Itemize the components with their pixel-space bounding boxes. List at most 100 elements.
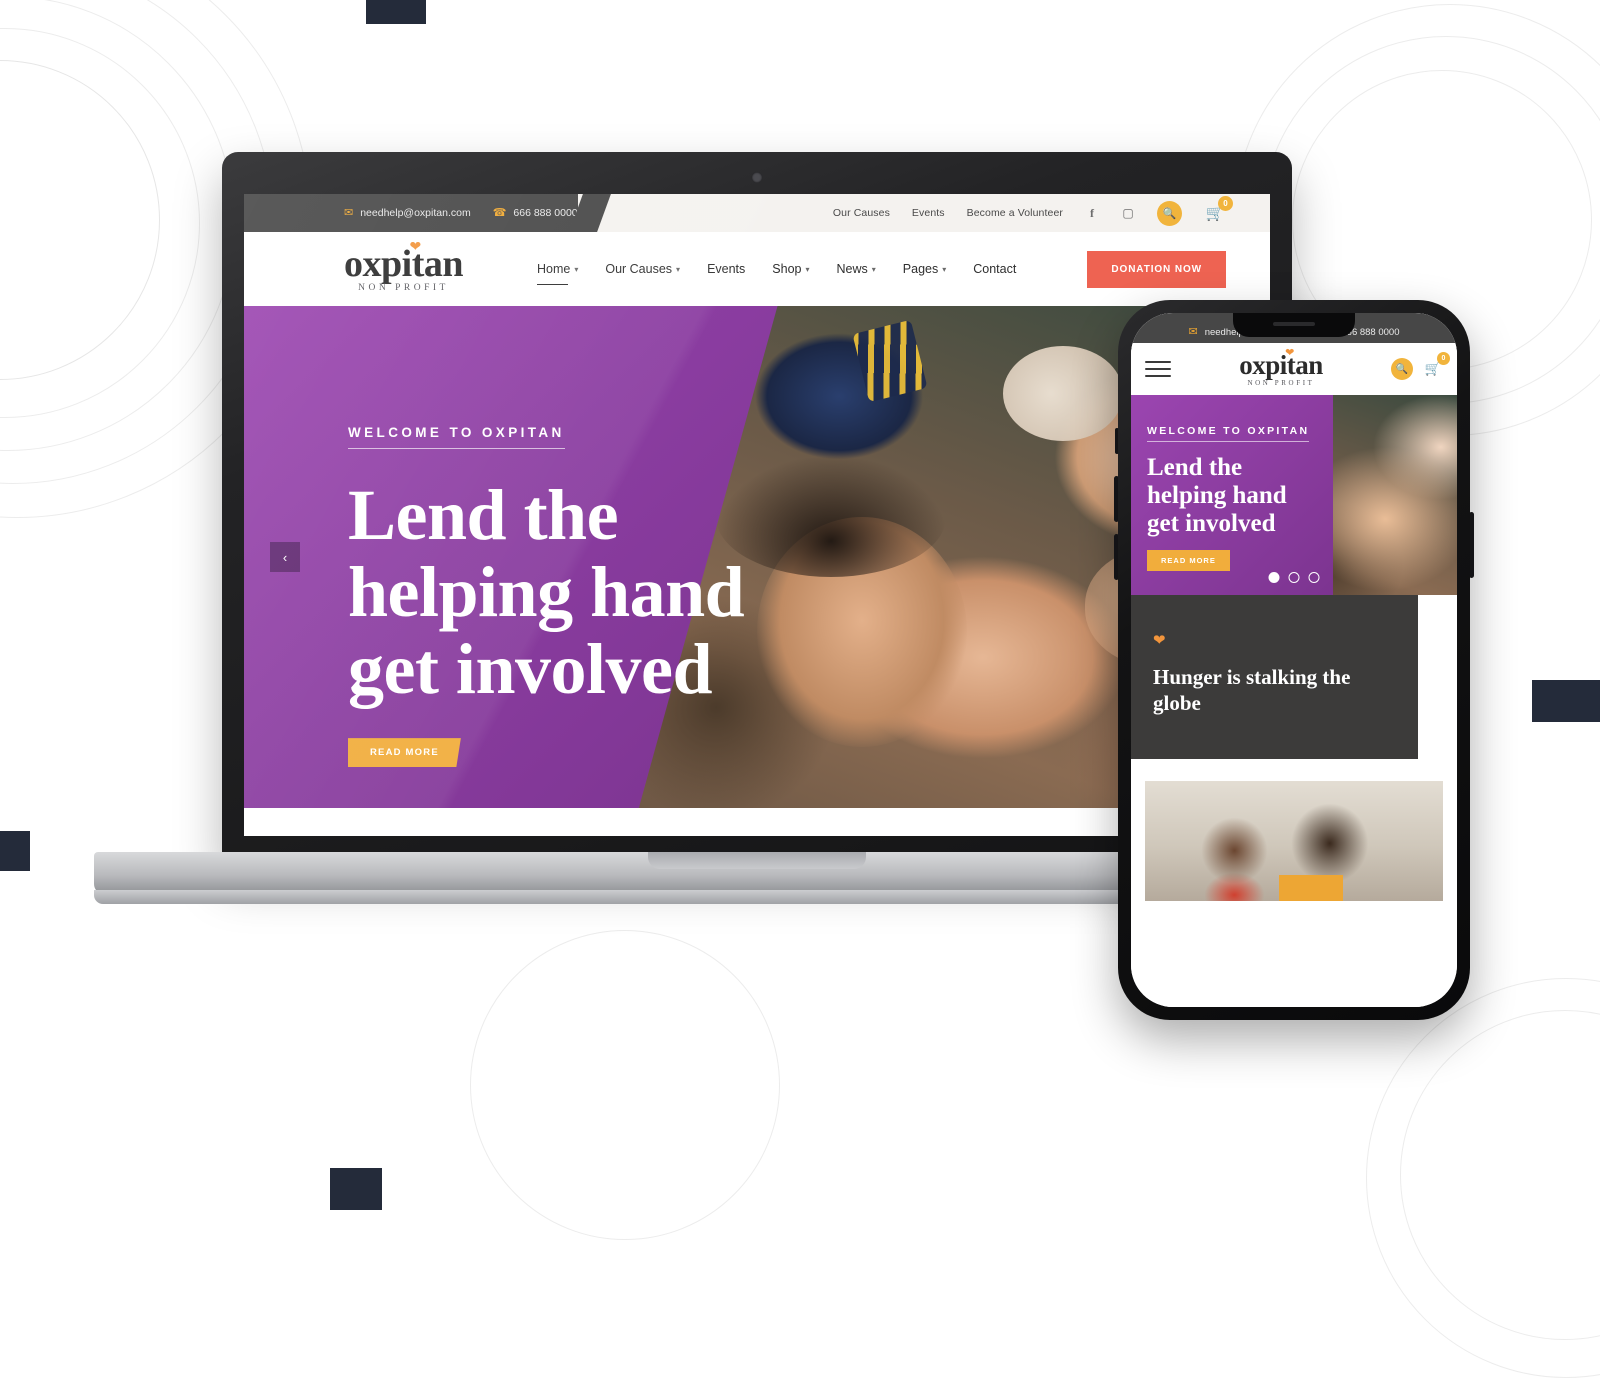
deco-ring-bottomright-2	[1366, 978, 1600, 1378]
mockup-stage: ✉ needhelp@oxpitan.com ☎ 666 888 0000 Ou…	[0, 0, 1600, 1378]
chevron-down-icon: ▾	[676, 264, 681, 274]
chevron-down-icon: ▾	[942, 264, 947, 274]
deco-ring-left-3	[0, 0, 235, 451]
nav-label-home: Home	[536, 262, 571, 276]
mobile-photo-accent-card	[1279, 875, 1344, 901]
site-logo[interactable]: ❤ oxpitan NON PROFIT	[344, 239, 463, 294]
envelope-icon: ✉	[1188, 325, 1198, 338]
phone-body: ✉ needhelp@oxpitan.com ☎ 666 888 0000	[1118, 300, 1470, 1020]
nav-item-news[interactable]: News ▾	[837, 262, 876, 276]
chevron-down-icon: ▾	[871, 264, 876, 274]
burger-line	[1145, 375, 1171, 377]
search-icon[interactable]: 🔍	[1157, 200, 1182, 226]
mobile-hero-slider: WELCOME TO OXPITAN Lend the helping hand…	[1131, 395, 1457, 595]
chevron-down-icon: ▾	[574, 264, 579, 274]
donation-now-button[interactable]: DONATION NOW	[1087, 250, 1226, 288]
mobile-hero-read-more-button[interactable]: READ MORE	[1147, 550, 1230, 571]
hero-read-more-button[interactable]: READ MORE	[348, 738, 461, 768]
deco-ring-bottomleft-1	[470, 930, 780, 1240]
topbar-email[interactable]: ✉ needhelp@oxpitan.com	[344, 207, 471, 219]
mobile-hero-title-line-3: get involved	[1147, 510, 1276, 537]
main-navigation: Home ▾ Our Causes ▾ Events Shop ▾ News ▾…	[536, 262, 1016, 285]
topbar-link-events[interactable]: Events	[912, 207, 945, 219]
desktop-topbar: ✉ needhelp@oxpitan.com ☎ 666 888 0000 Ou…	[244, 194, 1270, 232]
mobile-header: ❤ oxpitan NON PROFIT 🔍 🛒 0	[1131, 343, 1457, 395]
heart-icon: ❤	[1285, 346, 1295, 359]
burger-line	[1145, 368, 1171, 370]
heart-icon: ❤	[409, 237, 422, 254]
mobile-hero-title-line-1: Lend the	[1147, 454, 1243, 481]
mobile-hero-pagination	[1268, 572, 1320, 583]
nav-label-events: Events	[707, 262, 746, 276]
burger-line	[1145, 361, 1171, 363]
phone-screen: ✉ needhelp@oxpitan.com ☎ 666 888 0000	[1131, 313, 1457, 1007]
nav-item-our-causes[interactable]: Our Causes ▾	[605, 262, 680, 276]
hero-prev-arrow-button[interactable]: ‹	[270, 542, 300, 572]
mobile-feature-photo	[1145, 781, 1443, 901]
logo-tagline: NON PROFIT	[358, 282, 449, 293]
hero-title: Lend the helping hand get involved	[348, 475, 745, 710]
topbar-phone[interactable]: ☎ 666 888 0000	[493, 207, 578, 219]
carousel-dot-3[interactable]	[1308, 572, 1320, 583]
hero-photo-accent-hair	[715, 456, 946, 577]
nav-label-news: News	[836, 262, 868, 276]
mobile-website: ✉ needhelp@oxpitan.com ☎ 666 888 0000	[1131, 313, 1457, 1007]
deco-square-bottom	[330, 1168, 382, 1210]
carousel-dot-1[interactable]	[1268, 572, 1280, 583]
phone-notch	[1233, 313, 1355, 337]
envelope-icon: ✉	[344, 206, 354, 219]
hero-title-line-2: helping hand	[348, 552, 745, 633]
hero-title-line-3: get involved	[348, 629, 712, 710]
topbar-contact-group: ✉ needhelp@oxpitan.com ☎ 666 888 0000	[244, 194, 578, 232]
laptop-camera-icon	[751, 172, 763, 183]
phone-icon: ☎	[492, 206, 507, 219]
desktop-header: ❤ oxpitan NON PROFIT Home ▾ Our Causes ▾…	[244, 232, 1270, 306]
hero-content: WELCOME TO OXPITAN Lend the helping hand…	[348, 424, 745, 768]
logo-wordmark: oxpitan	[344, 242, 463, 285]
deco-ring-bottomright-1	[1400, 1010, 1600, 1340]
topbar-email-text: needhelp@oxpitan.com	[360, 207, 471, 219]
instagram-icon[interactable]: ▢	[1121, 206, 1135, 220]
nav-label-shop: Shop	[772, 262, 802, 276]
search-icon[interactable]: 🔍	[1391, 358, 1413, 380]
mobile-feature-section: ❤ Hunger is stalking the globe	[1131, 595, 1418, 759]
heart-icon: ❤	[1153, 632, 1166, 649]
nav-item-pages[interactable]: Pages ▾	[903, 262, 946, 276]
mobile-cart-count-badge: 0	[1437, 352, 1450, 365]
deco-square-top	[366, 0, 426, 24]
mobile-logo-tagline: NON PROFIT	[1247, 378, 1315, 387]
nav-item-shop[interactable]: Shop ▾	[772, 262, 809, 276]
hamburger-menu-icon[interactable]	[1145, 361, 1171, 377]
mobile-hero-content: WELCOME TO OXPITAN Lend the helping hand…	[1147, 421, 1310, 571]
topbar-phone-text: 666 888 0000	[513, 207, 578, 219]
hero-kicker: WELCOME TO OXPITAN	[348, 425, 565, 449]
mobile-feature-title: Hunger is stalking the globe	[1153, 665, 1351, 716]
deco-ring-left-1	[0, 60, 160, 380]
topbar-link-our-causes[interactable]: Our Causes	[833, 207, 890, 219]
carousel-dot-2[interactable]	[1288, 572, 1300, 583]
phone-speaker	[1273, 322, 1315, 326]
mobile-hero-title-line-2: helping hand	[1147, 482, 1287, 509]
deco-square-left	[0, 831, 30, 871]
nav-label-contact: Contact	[973, 262, 1017, 276]
deco-ring-left-2	[0, 28, 200, 418]
nav-label-pages: Pages	[902, 262, 939, 276]
facebook-icon[interactable]: f	[1085, 206, 1099, 221]
deco-square-right	[1532, 680, 1600, 722]
nav-item-events[interactable]: Events	[707, 262, 745, 276]
nav-label-our-causes: Our Causes	[605, 262, 673, 276]
topbar-link-become-a-volunteer[interactable]: Become a Volunteer	[967, 207, 1063, 219]
cart-button[interactable]: 🛒 0	[1204, 196, 1233, 224]
mobile-cart-button[interactable]: 🛒 0	[1423, 352, 1450, 380]
hero-photo-accent-sleeve	[1003, 346, 1124, 442]
topbar-utility-group: Our Causes Events Become a Volunteer f ▢…	[577, 194, 1270, 232]
mobile-logo-wordmark: oxpitan	[1239, 349, 1323, 380]
nav-item-home[interactable]: Home ▾	[536, 262, 579, 285]
hero-title-line-1: Lend the	[348, 475, 619, 555]
chevron-down-icon: ▾	[805, 264, 810, 274]
mobile-hero-title: Lend the helping hand get involved	[1147, 454, 1309, 538]
nav-item-contact[interactable]: Contact	[973, 262, 1016, 276]
phone-mockup: ✉ needhelp@oxpitan.com ☎ 666 888 0000	[1114, 300, 1474, 1020]
mobile-site-logo[interactable]: ❤ oxpitan NON PROFIT	[1239, 347, 1323, 387]
cart-count-badge: 0	[1218, 196, 1233, 211]
